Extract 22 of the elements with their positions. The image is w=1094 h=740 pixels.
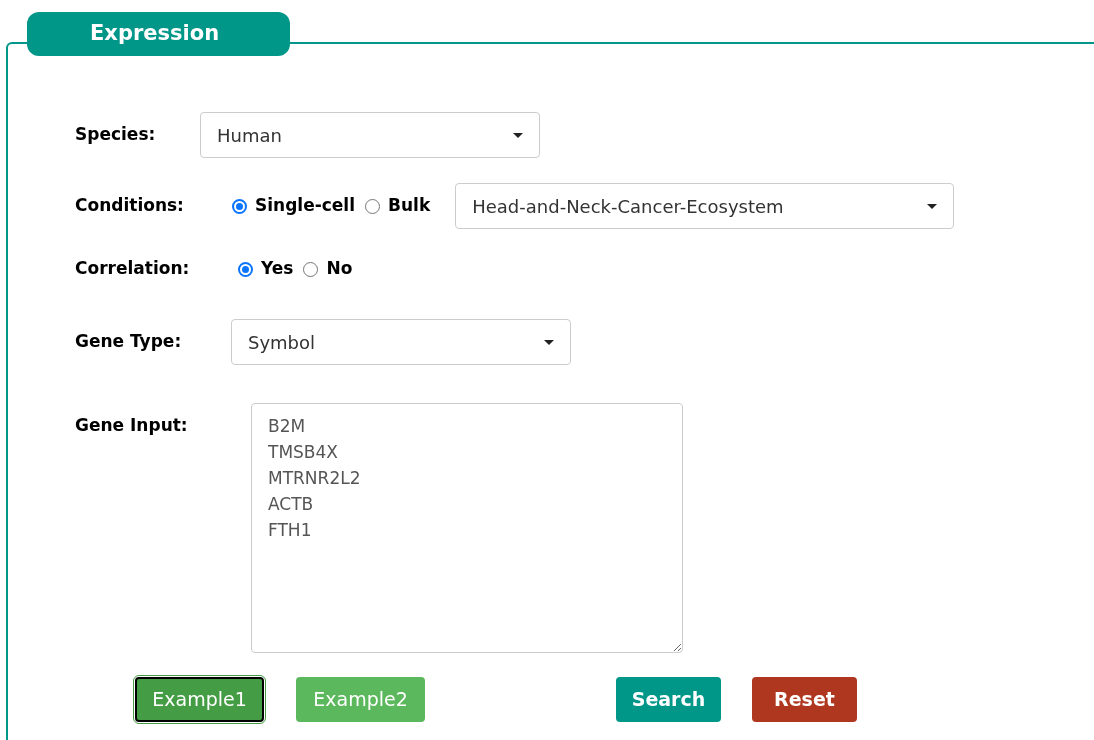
radio-button[interactable] (303, 261, 319, 277)
field-label: Gene Input: (75, 414, 188, 437)
radio-label: Bulk (388, 194, 431, 218)
search-button[interactable]: Search (616, 677, 721, 722)
gene-input-field[interactable]: B2M TMSB4X MTRNR2L2 ACTB FTH1 (251, 403, 683, 653)
radio-label: Single-cell (255, 194, 356, 218)
dropdown-select[interactable]: Symbol (231, 319, 571, 365)
radio-label: No (326, 257, 353, 281)
dropdown-select[interactable]: Human (200, 112, 540, 158)
field-label: Correlation: (75, 258, 190, 279)
radio-button[interactable] (365, 198, 381, 214)
caret-icon (927, 203, 938, 209)
radio-button[interactable] (238, 261, 253, 277)
field-label: Gene Type: (75, 331, 182, 352)
radio-button[interactable] (232, 198, 247, 214)
field-label: Species: (75, 124, 156, 145)
radio-label: Yes (261, 257, 294, 281)
field-label: Conditions: (75, 195, 184, 216)
caret-icon (544, 339, 554, 345)
reset-button[interactable]: Reset (752, 677, 857, 722)
caret-icon (513, 132, 523, 138)
dropdown-select[interactable]: Head-and-Neck-Cancer-Ecosystem (455, 183, 955, 229)
